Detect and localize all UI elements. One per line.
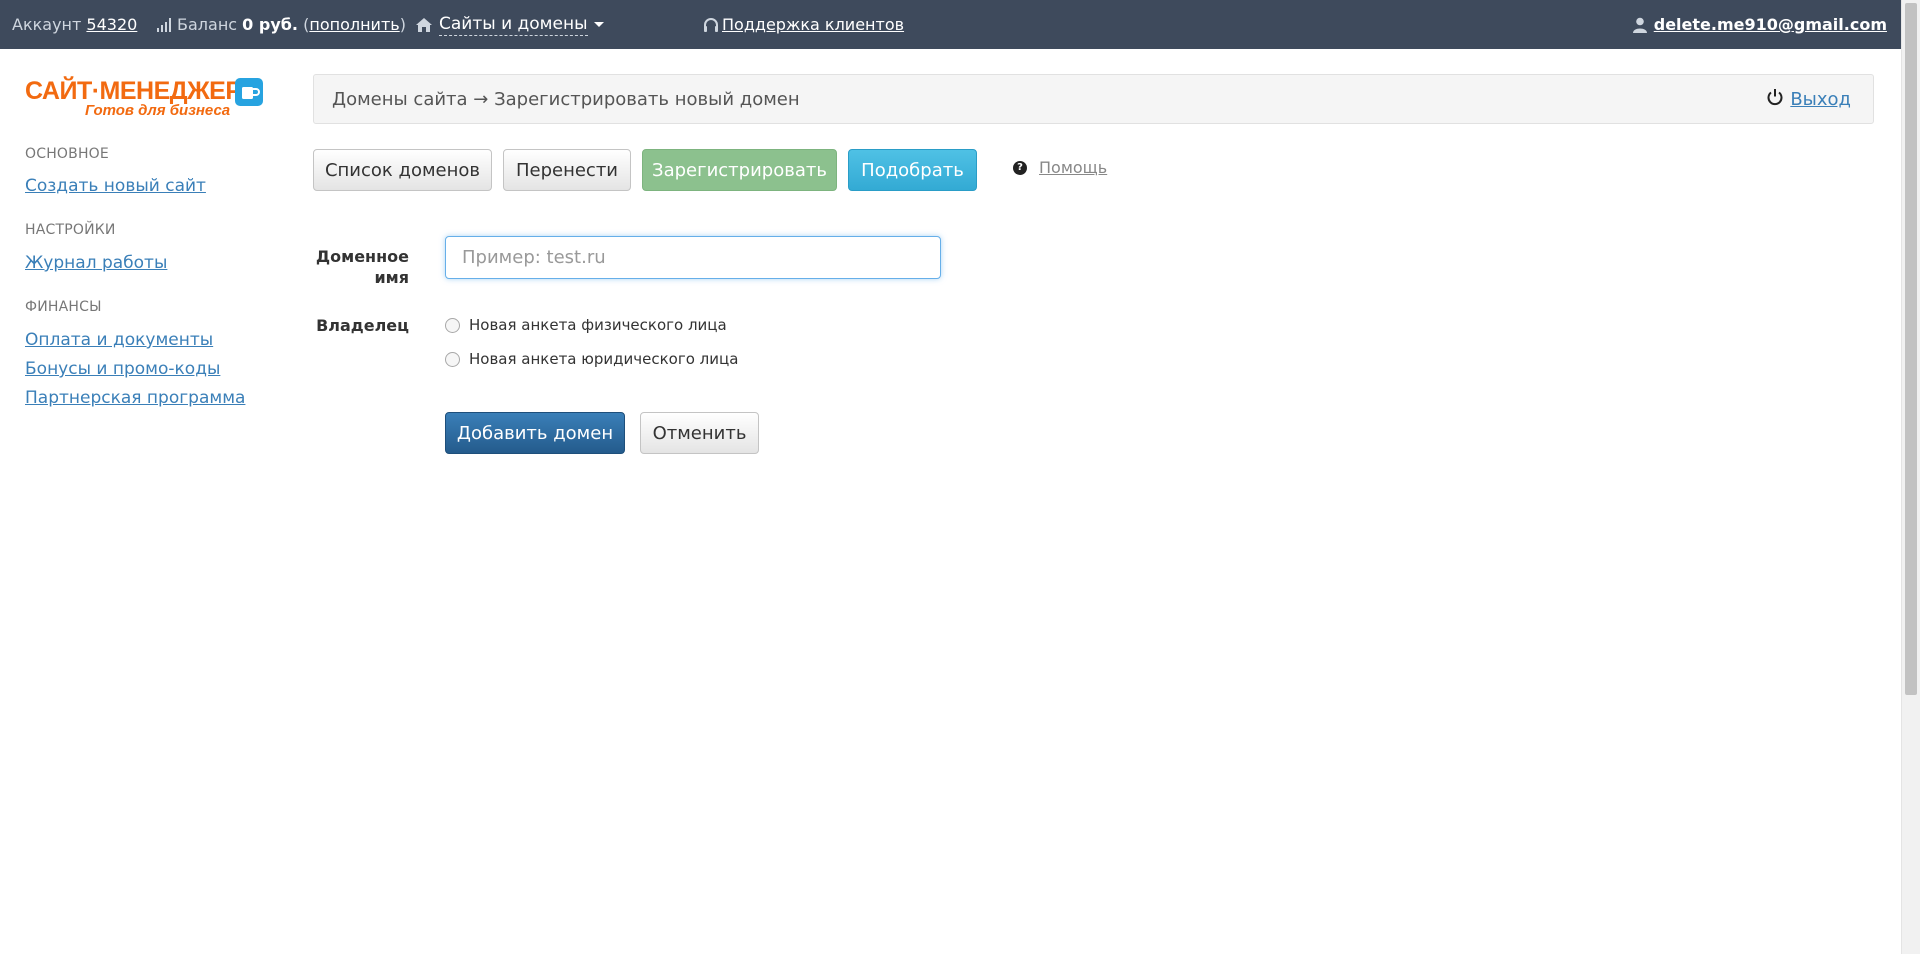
domain-name-label: Доменное имя [300, 246, 409, 288]
balance-value: 0 руб. [242, 15, 299, 34]
coffee-cup-icon [235, 78, 263, 106]
transfer-button[interactable]: Перенести [503, 149, 631, 191]
owner-option-legal-entity[interactable]: Новая анкета юридического лица [445, 350, 738, 368]
user-icon [1632, 17, 1648, 33]
chevron-down-icon [593, 22, 604, 27]
top-bar: Аккаунт 54320 Баланс 0 руб. (пополнить) … [0, 0, 1920, 49]
vertical-scrollbar[interactable] [1901, 0, 1920, 954]
sites-menu-label[interactable]: Сайты и домены [439, 14, 588, 36]
scrollbar-thumb[interactable] [1905, 3, 1917, 695]
owner-option-legal-entity-label: Новая анкета юридического лица [469, 350, 739, 368]
account-info: Аккаунт 54320 [12, 0, 137, 49]
radio-legal-entity[interactable] [445, 351, 460, 367]
help-link[interactable]: Помощь [1039, 158, 1107, 177]
question-circle-icon: ? [1013, 160, 1027, 175]
domain-name-label-line2: имя [374, 268, 409, 287]
domain-list-button[interactable]: Список доменов [313, 149, 492, 191]
logo-subtitle: Готов для бизнеса [85, 102, 231, 119]
cancel-button[interactable]: Отменить [640, 412, 759, 454]
balance-info: Баланс 0 руб. (пополнить) [157, 0, 406, 49]
domain-name-input[interactable] [445, 236, 941, 279]
account-number-link[interactable]: 54320 [86, 15, 137, 34]
signal-bars-icon [157, 17, 171, 32]
sidebar-item-partner-program[interactable]: Партнерская программа [25, 388, 245, 408]
register-button[interactable]: Зарегистрировать [642, 149, 837, 191]
user-email-link[interactable]: delete.me910@gmail.com [1654, 15, 1887, 34]
owner-option-individual[interactable]: Новая анкета физического лица [445, 316, 727, 334]
logout-link[interactable]: Выход [1790, 89, 1851, 110]
sidebar-heading-finance: ФИНАНСЫ [25, 299, 102, 315]
domain-name-label-line1: Доменное [315, 247, 409, 266]
sidebar-item-bonuses[interactable]: Бонусы и промо-коды [25, 359, 220, 379]
sidebar-item-work-log[interactable]: Журнал работы [25, 253, 167, 273]
breadcrumb: Домены сайта → Зарегистрировать новый до… [313, 74, 1874, 124]
support-link[interactable]: Поддержка клиентов [722, 15, 904, 34]
user-menu[interactable]: delete.me910@gmail.com [1632, 0, 1887, 49]
sidebar-heading-main: ОСНОВНОЕ [25, 146, 109, 162]
topup-link[interactable]: пополнить [309, 15, 399, 34]
balance-label: Баланс [177, 15, 238, 34]
sidebar-item-payments[interactable]: Оплата и документы [25, 330, 213, 350]
sidebar-heading-settings: НАСТРОЙКИ [25, 222, 116, 238]
sites-domains-menu[interactable]: Сайты и домены [415, 0, 604, 49]
support: Поддержка клиентов [703, 0, 904, 49]
radio-individual[interactable] [445, 317, 460, 333]
owner-option-individual-label: Новая анкета физического лица [469, 316, 727, 334]
power-icon [1766, 88, 1784, 111]
add-domain-button[interactable]: Добавить домен [445, 412, 625, 454]
paren-close: ) [399, 15, 406, 34]
headphones-icon [703, 17, 719, 33]
logout[interactable]: Выход [1766, 88, 1851, 111]
home-icon [415, 17, 433, 33]
owner-label: Владелец [316, 316, 409, 335]
sidebar-item-create-site[interactable]: Создать новый сайт [25, 176, 206, 196]
help[interactable]: ? Помощь [1013, 158, 1107, 177]
pick-domain-button[interactable]: Подобрать [848, 149, 977, 191]
site-manager-logo[interactable]: САЙТ·МЕНЕДЖЕР Готов для бизнеса [25, 74, 265, 124]
breadcrumb-text: Домены сайта → Зарегистрировать новый до… [332, 89, 800, 110]
account-label: Аккаунт [12, 15, 82, 34]
